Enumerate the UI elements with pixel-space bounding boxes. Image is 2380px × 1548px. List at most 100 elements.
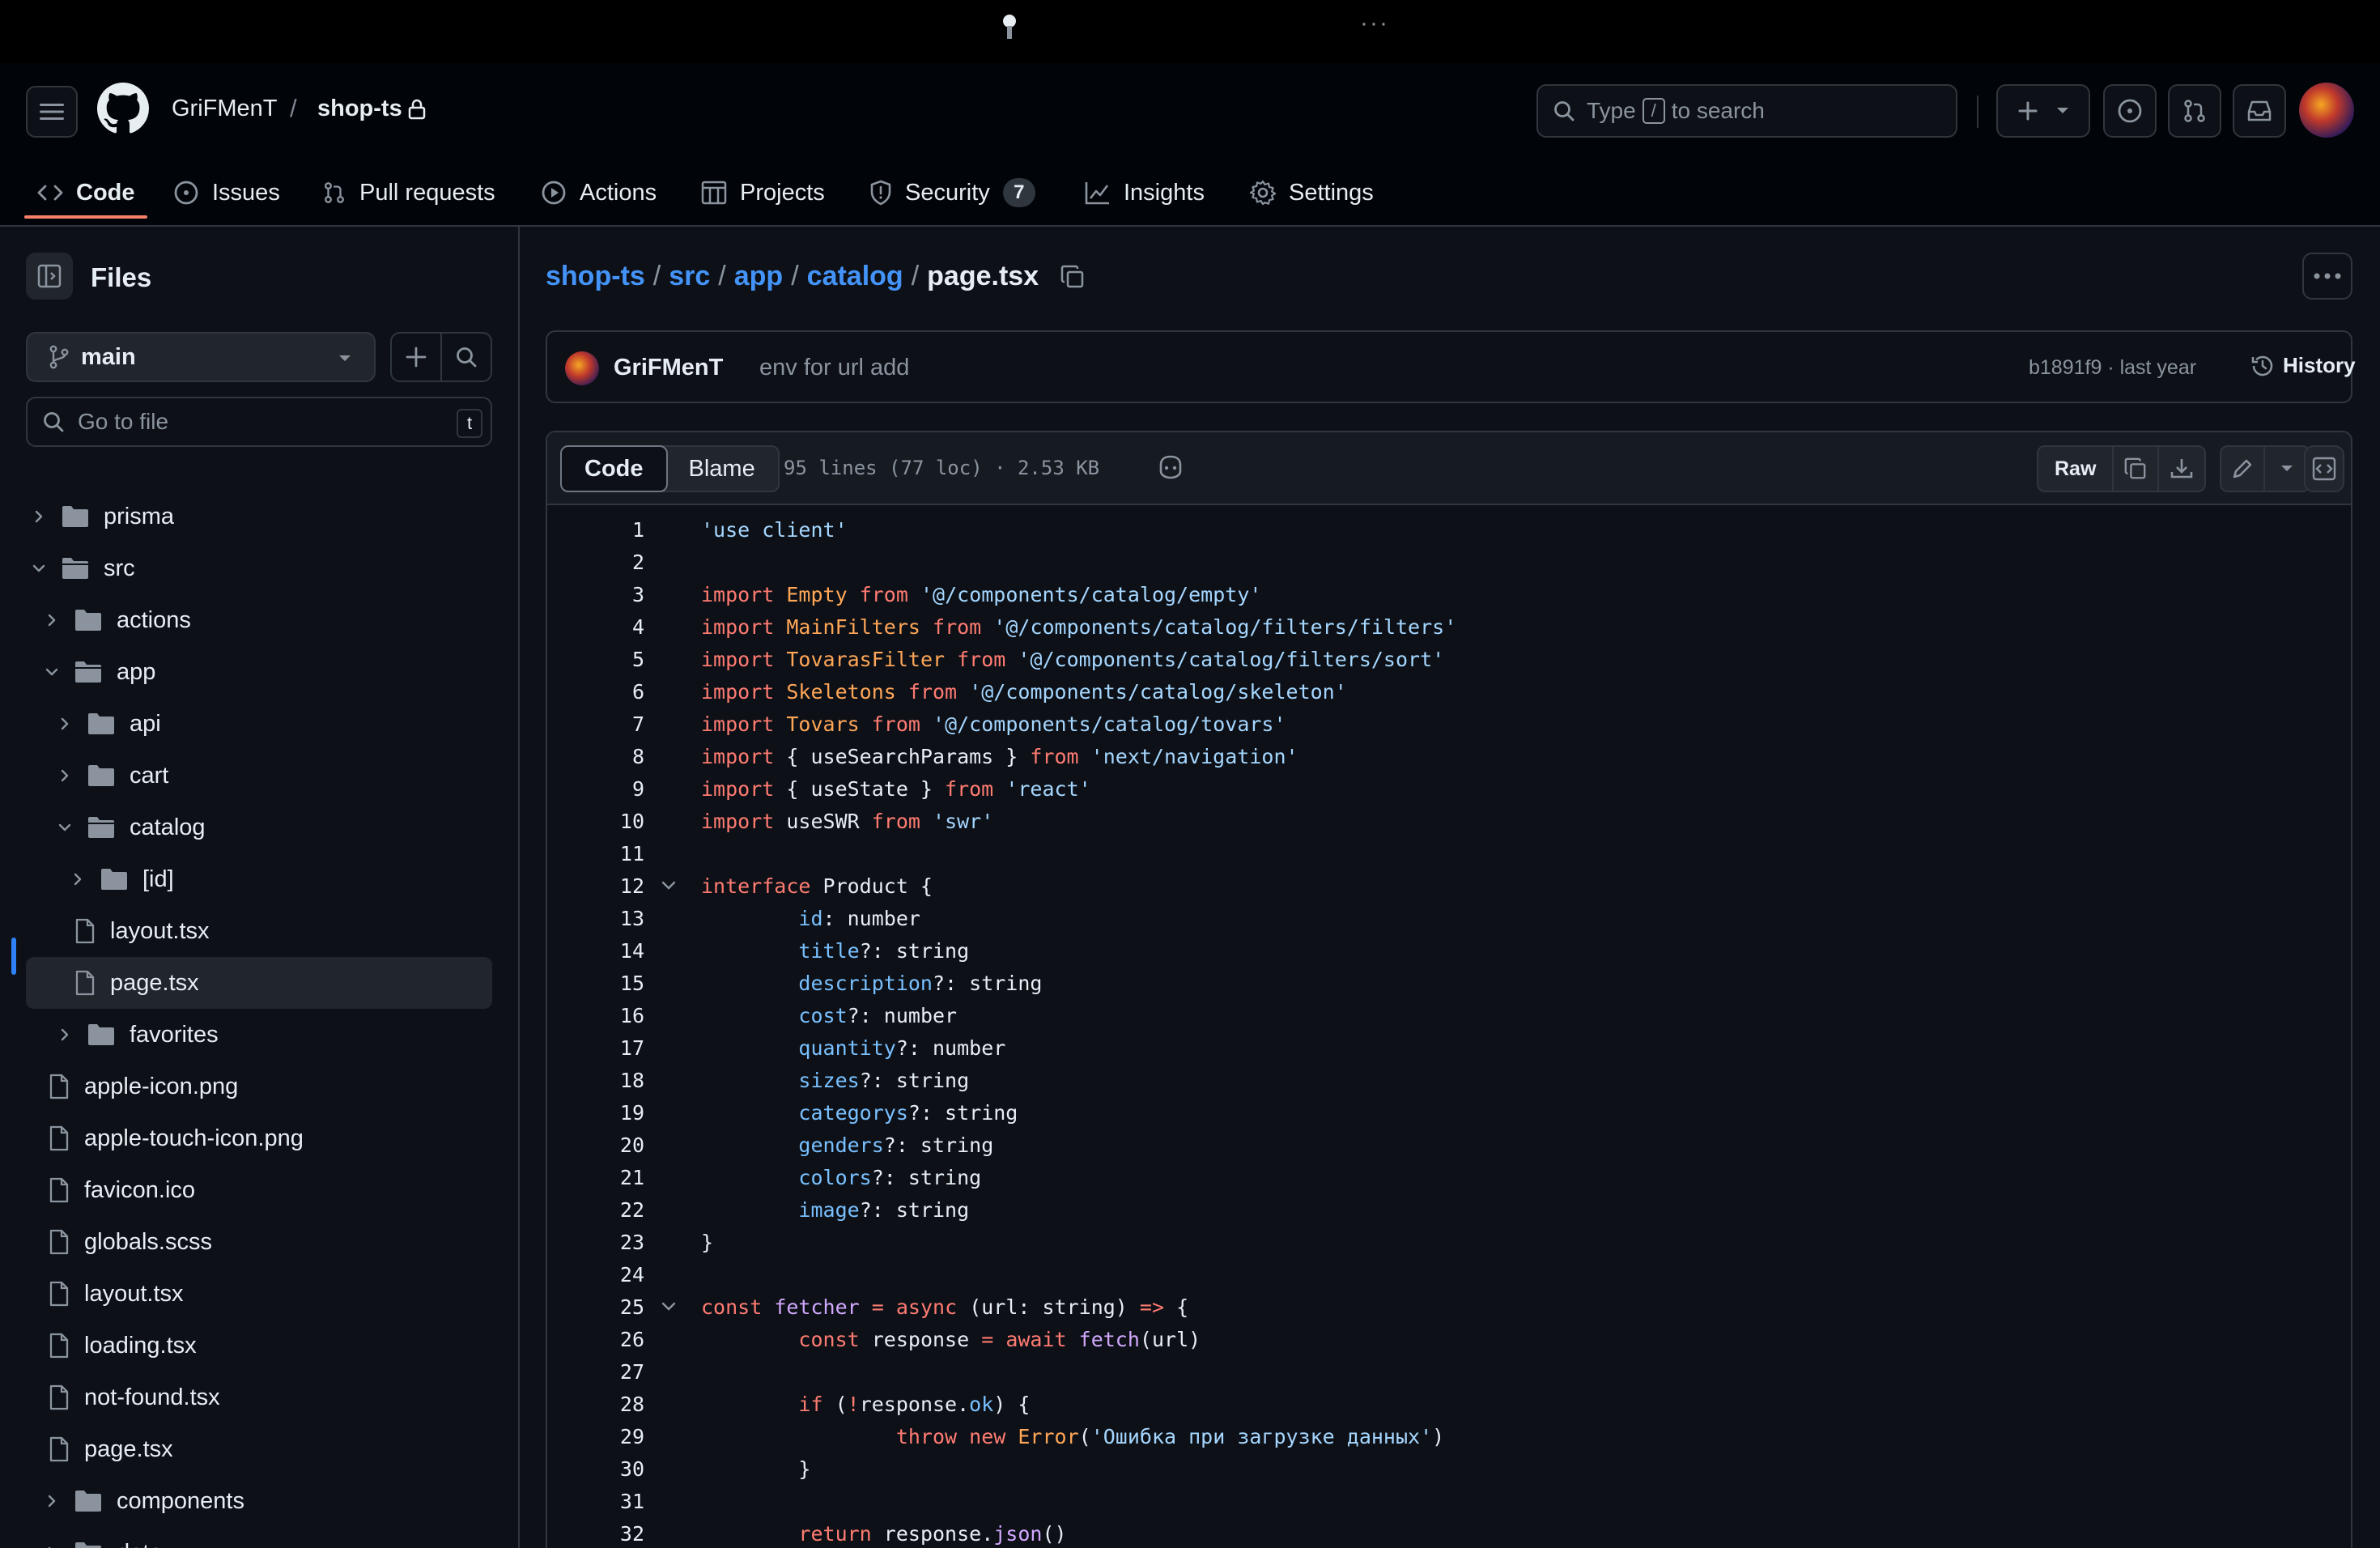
tree-file[interactable]: apple-icon.png — [49, 1061, 542, 1112]
chevron-right-icon[interactable] — [40, 1494, 63, 1508]
line-number[interactable]: 18 — [547, 1069, 644, 1092]
line-number[interactable]: 22 — [547, 1198, 644, 1222]
edit-file-button[interactable] — [2221, 447, 2265, 491]
line-number[interactable]: 8 — [547, 745, 644, 768]
line-number[interactable]: 6 — [547, 680, 644, 704]
tab-settings[interactable]: Settings — [1250, 160, 1374, 225]
tree-folder[interactable]: actions — [40, 594, 534, 646]
commit-author-avatar[interactable] — [565, 351, 599, 385]
fold-chevron-icon[interactable] — [644, 880, 693, 891]
line-number[interactable]: 5 — [547, 648, 644, 671]
tree-folder[interactable]: catalog — [53, 802, 547, 853]
tree-folder[interactable]: components — [40, 1475, 534, 1527]
raw-button[interactable]: Raw — [2038, 447, 2114, 491]
breadcrumb-app-link[interactable]: app — [734, 261, 783, 292]
tree-file[interactable]: loading.tsx — [49, 1320, 542, 1372]
tree-folder[interactable]: api — [53, 698, 547, 750]
line-number[interactable]: 17 — [547, 1036, 644, 1060]
chevron-right-icon[interactable] — [53, 768, 76, 783]
line-number[interactable]: 27 — [547, 1360, 644, 1384]
blame-view-button[interactable]: Blame — [666, 447, 778, 491]
tree-folder[interactable]: src — [28, 542, 521, 594]
tree-folder[interactable]: [id] — [66, 853, 560, 905]
line-number[interactable]: 9 — [547, 777, 644, 801]
chevron-right-icon[interactable] — [28, 509, 50, 524]
line-number[interactable]: 2 — [547, 551, 644, 574]
chevron-down-icon[interactable] — [28, 561, 50, 576]
tree-folder[interactable]: prisma — [28, 491, 521, 542]
more-options-button[interactable] — [2302, 253, 2352, 300]
line-number[interactable]: 1 — [547, 518, 644, 542]
tree-file[interactable]: layout.tsx — [49, 1268, 542, 1320]
collapse-sidebar-button[interactable] — [26, 253, 73, 300]
tab-actions[interactable]: Actions — [541, 160, 657, 225]
tab-issues[interactable]: Issues — [173, 160, 280, 225]
line-number[interactable]: 4 — [547, 615, 644, 639]
line-number[interactable]: 19 — [547, 1101, 644, 1125]
line-number[interactable]: 16 — [547, 1004, 644, 1027]
your-pull-requests-button[interactable] — [2168, 84, 2221, 138]
chevron-down-icon[interactable] — [53, 820, 76, 835]
line-number[interactable]: 23 — [547, 1231, 644, 1254]
add-file-button[interactable] — [390, 332, 442, 382]
chevron-right-icon[interactable] — [40, 613, 63, 627]
line-number[interactable]: 21 — [547, 1166, 644, 1189]
line-number[interactable]: 3 — [547, 583, 644, 606]
github-logo-icon[interactable] — [97, 83, 149, 134]
line-number[interactable]: 20 — [547, 1133, 644, 1157]
your-issues-button[interactable] — [2103, 84, 2157, 138]
tree-folder[interactable]: cart — [53, 750, 547, 802]
commit-author-link[interactable]: GriFMenT — [614, 355, 723, 381]
tree-file[interactable]: page.tsx — [49, 1423, 542, 1475]
copy-raw-button[interactable] — [2114, 447, 2160, 491]
repo-owner-link[interactable]: GriFMenT — [172, 96, 278, 122]
chevron-right-icon[interactable] — [66, 872, 89, 887]
notifications-button[interactable] — [2233, 84, 2286, 138]
search-files-button[interactable] — [440, 332, 492, 382]
line-number[interactable]: 24 — [547, 1263, 644, 1286]
breadcrumb-catalog-link[interactable]: catalog — [807, 261, 903, 292]
line-number[interactable]: 7 — [547, 712, 644, 736]
tab-insights[interactable]: Insights — [1085, 160, 1205, 225]
global-search-input[interactable]: Type / to search — [1536, 84, 1957, 138]
tree-folder[interactable]: app — [40, 646, 534, 698]
line-number[interactable]: 14 — [547, 939, 644, 963]
history-button[interactable]: History — [2250, 353, 2356, 378]
chevron-down-icon[interactable] — [40, 665, 63, 679]
tab-projects[interactable]: Projects — [701, 160, 825, 225]
tab-pull-requests[interactable]: Pull requests — [322, 160, 495, 225]
commit-sha-and-time[interactable]: b1891f9 · last year — [2029, 356, 2196, 380]
line-number[interactable]: 30 — [547, 1457, 644, 1481]
line-number[interactable]: 10 — [547, 810, 644, 833]
tree-file[interactable]: favicon.ico — [49, 1164, 542, 1216]
edit-options-button[interactable] — [2265, 447, 2309, 491]
tree-folder[interactable]: favorites — [53, 1009, 547, 1061]
repo-name-link[interactable]: shop-ts — [317, 96, 402, 122]
go-to-file-input[interactable]: Go to file t — [26, 397, 492, 447]
code-view-button[interactable]: Code — [560, 445, 668, 492]
create-new-button[interactable] — [1996, 84, 2090, 138]
download-button[interactable] — [2159, 447, 2204, 491]
line-number[interactable]: 28 — [547, 1393, 644, 1416]
line-number[interactable]: 31 — [547, 1490, 644, 1513]
chevron-right-icon[interactable] — [53, 717, 76, 731]
user-avatar[interactable] — [2299, 83, 2354, 138]
tree-file[interactable]: layout.tsx — [74, 905, 568, 957]
line-number[interactable]: 25 — [547, 1295, 644, 1319]
copilot-icon[interactable] — [1156, 453, 1185, 481]
line-number[interactable]: 26 — [547, 1328, 644, 1351]
chevron-right-icon[interactable] — [53, 1027, 76, 1042]
tree-file[interactable]: not-found.tsx — [49, 1372, 542, 1423]
branch-selector[interactable]: main — [26, 332, 376, 382]
copy-path-icon[interactable] — [1060, 264, 1086, 290]
line-number[interactable]: 29 — [547, 1425, 644, 1448]
symbols-panel-button[interactable] — [2304, 445, 2344, 492]
tree-file[interactable]: page.tsx — [26, 957, 492, 1009]
tree-folder[interactable]: data — [40, 1527, 534, 1548]
commit-message-link[interactable]: env for url add — [759, 355, 909, 381]
tree-file[interactable]: apple-touch-icon.png — [49, 1112, 542, 1164]
line-number[interactable]: 32 — [547, 1522, 644, 1546]
breadcrumb-repo-link[interactable]: shop-ts — [546, 261, 645, 292]
menu-button[interactable] — [26, 86, 78, 138]
line-number[interactable]: 15 — [547, 972, 644, 995]
